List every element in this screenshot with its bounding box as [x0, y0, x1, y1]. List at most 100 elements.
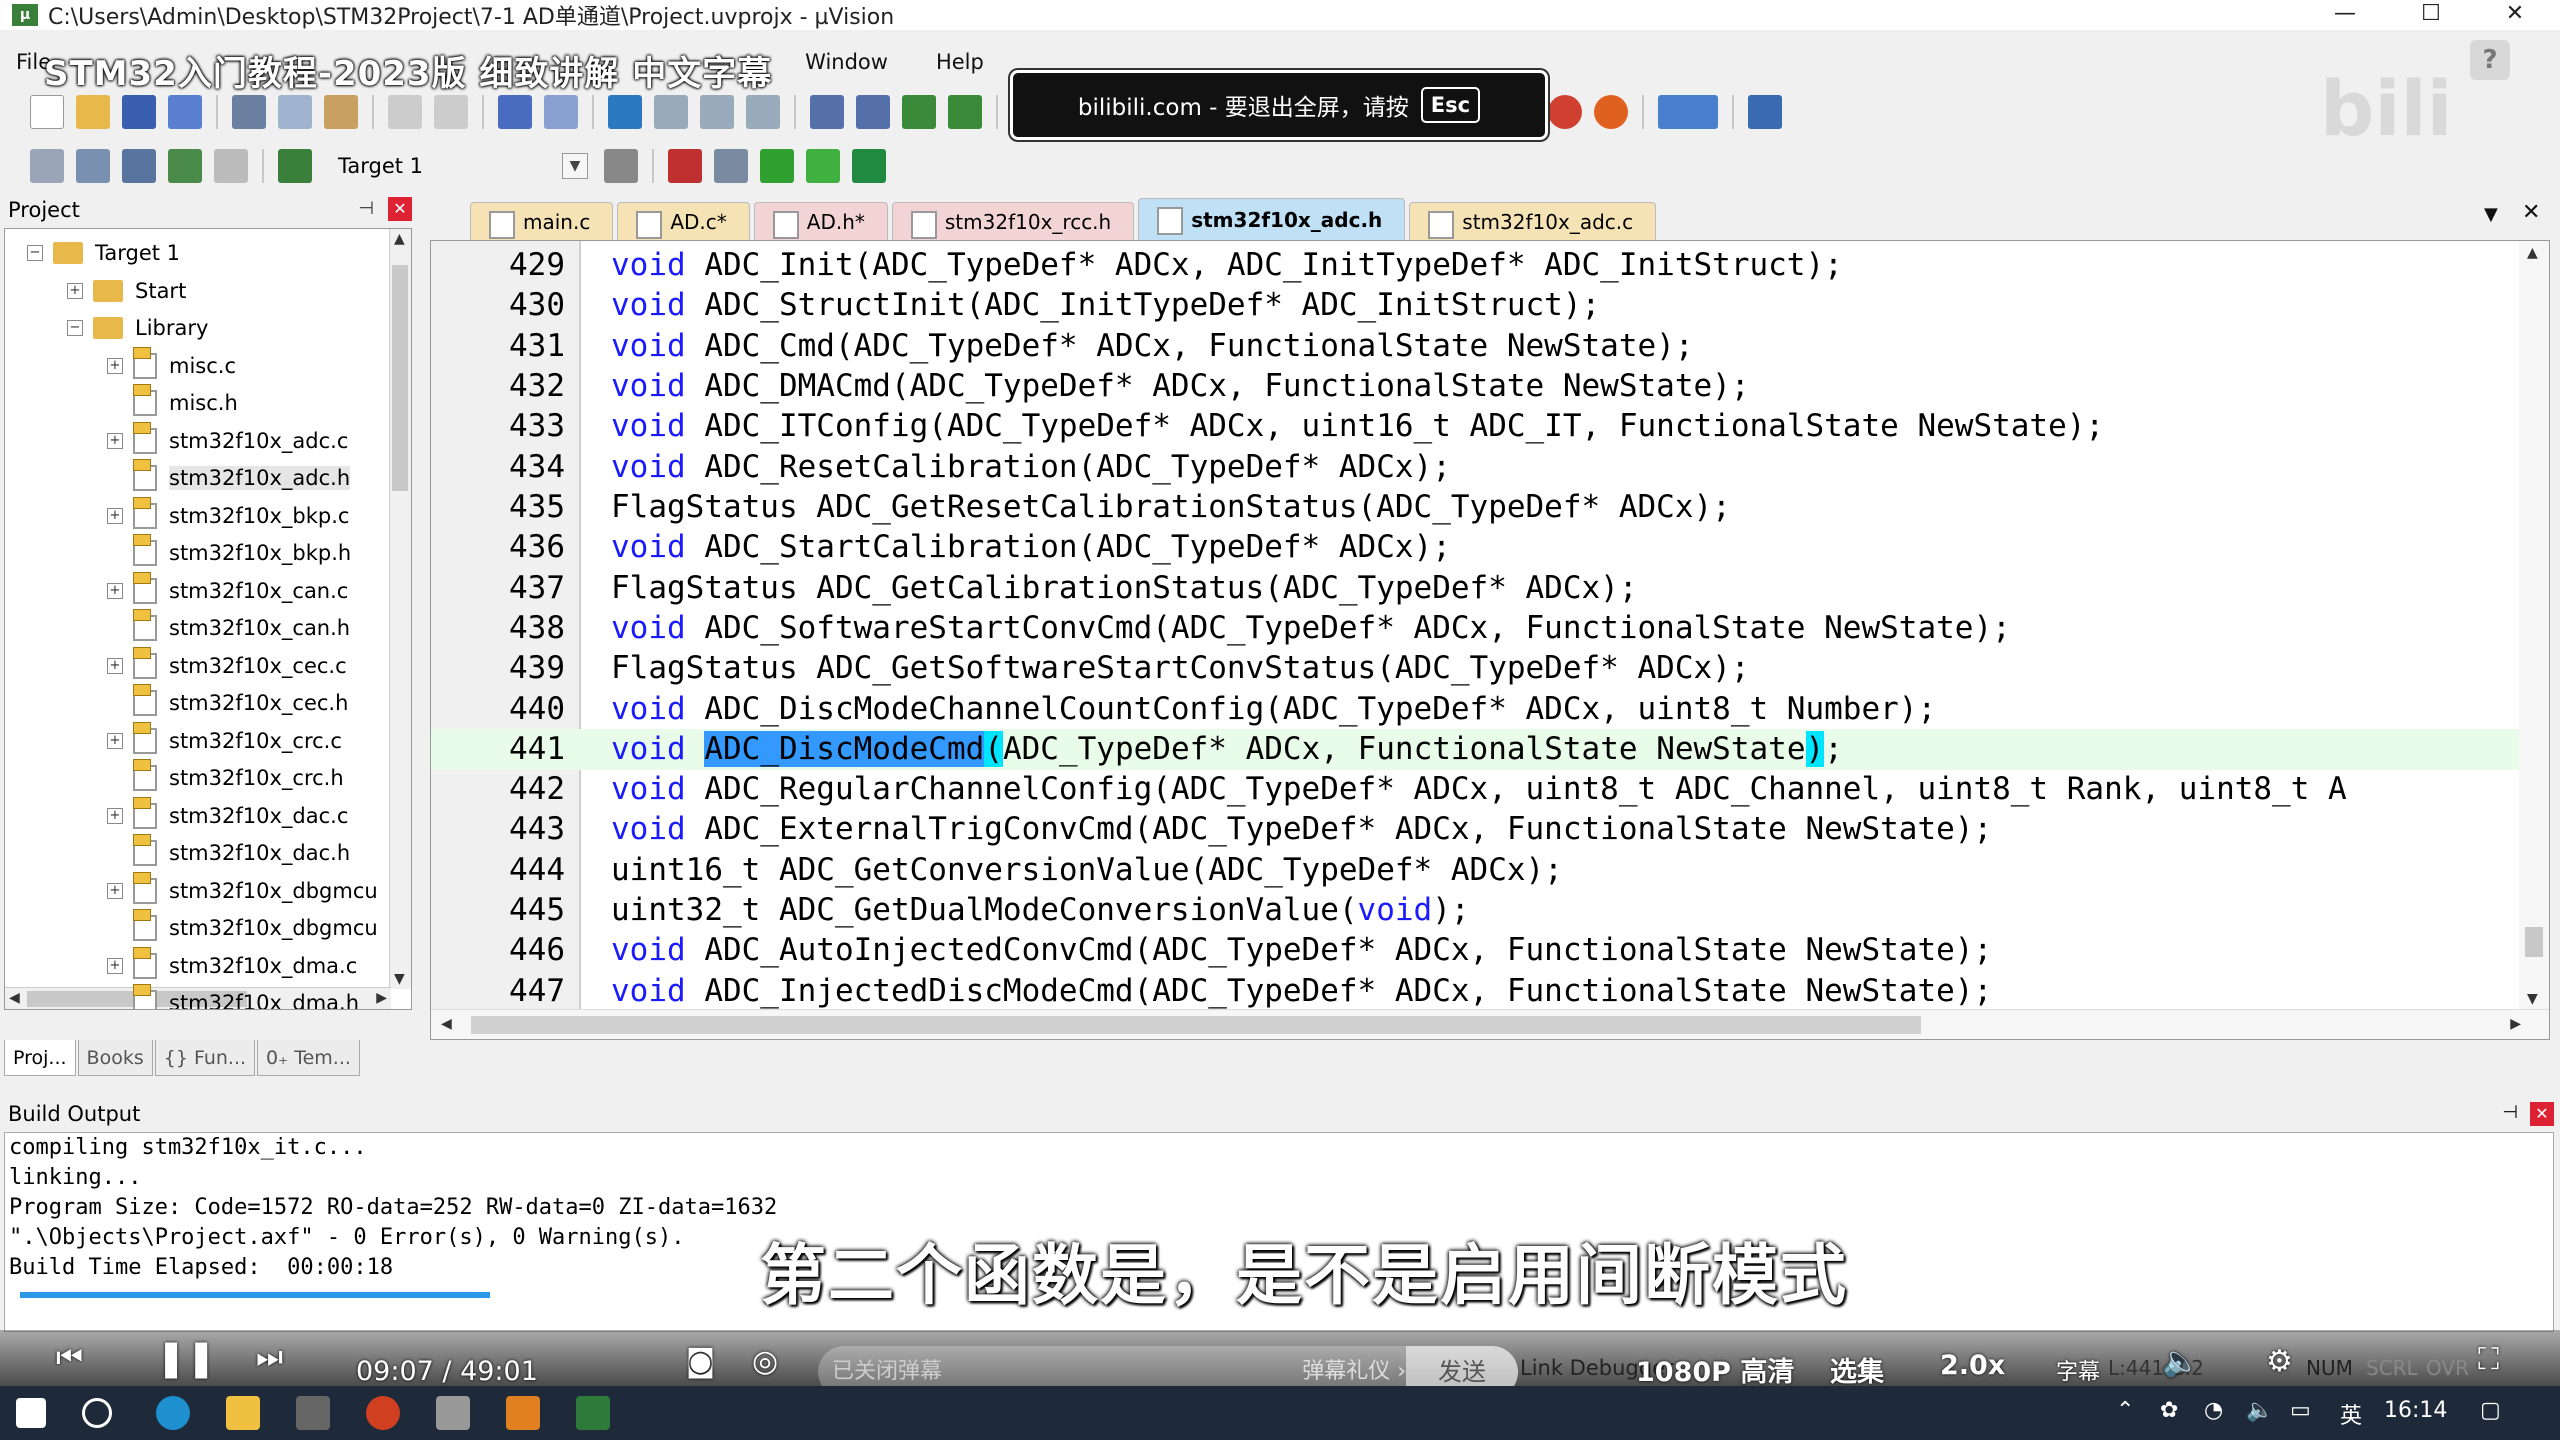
expand-icon[interactable]: + — [107, 957, 123, 974]
uncomment-icon[interactable] — [948, 95, 982, 129]
previous-icon[interactable]: ⏮ — [56, 1340, 83, 1375]
expand-icon[interactable]: + — [107, 807, 123, 824]
windows-start-icon[interactable] — [16, 1398, 46, 1428]
code-line[interactable]: 440 void ADC_DiscModeChannelCountConfig(A… — [431, 689, 2521, 730]
quality-button[interactable]: 1080P 高清 — [1636, 1350, 1794, 1389]
code-line[interactable]: 446 void ADC_AutoInjectedConvCmd(ADC_Type… — [431, 930, 2521, 971]
navigate-forward-icon[interactable] — [544, 95, 578, 129]
new-file-icon[interactable] — [30, 95, 64, 129]
code-line[interactable]: 436 void ADC_StartCalibration(ADC_TypeDef… — [431, 527, 2521, 568]
code-line[interactable]: 431 void ADC_Cmd(ADC_TypeDef* ADCx, Funct… — [431, 326, 2521, 367]
redo-icon[interactable] — [434, 95, 468, 129]
translate-icon[interactable] — [30, 149, 64, 183]
network-icon[interactable]: ◔ — [2204, 1398, 2223, 1423]
tree-item[interactable]: + misc.c — [107, 346, 236, 384]
menu-help[interactable]: Help — [936, 50, 984, 74]
tree-item[interactable]: + stm32f10x_crc.c — [107, 721, 342, 759]
tree-item[interactable]: − Library — [67, 310, 208, 346]
close-tab-icon[interactable]: ✕ — [2522, 200, 2540, 225]
tab-list-dropdown-icon[interactable]: ▼ — [2484, 204, 2498, 225]
uvision-taskbar-icon[interactable] — [576, 1396, 610, 1430]
prev-bookmark-icon[interactable] — [654, 95, 688, 129]
project-panel-tab[interactable]: 0₊ Tem... — [257, 1040, 360, 1076]
pin-icon[interactable]: ⊣ — [2502, 1102, 2518, 1123]
expand-icon[interactable]: + — [107, 582, 123, 599]
editor-tab[interactable]: AD.h* — [753, 202, 888, 240]
next-icon[interactable]: ⏭ — [256, 1340, 283, 1375]
speed-button[interactable]: 2.0x — [1940, 1350, 2005, 1381]
target-options-icon[interactable] — [604, 149, 638, 183]
code-line[interactable]: 435 FlagStatus ADC_GetResetCalibrationSta… — [431, 487, 2521, 528]
app-icon[interactable] — [506, 1396, 540, 1430]
unindent-icon[interactable] — [856, 95, 890, 129]
volume-icon[interactable]: 🔈 — [2162, 1344, 2199, 1379]
start-debug-icon[interactable] — [1548, 95, 1582, 129]
editor-tab[interactable]: stm32f10x_rcc.h — [891, 202, 1135, 240]
configure-icon[interactable] — [1748, 95, 1782, 129]
project-panel-tab[interactable]: {} Fun... — [154, 1040, 256, 1076]
danmaku-toggle-icon[interactable]: ◙ — [686, 1344, 715, 1379]
powerpoint-icon[interactable] — [366, 1396, 400, 1430]
build-icon[interactable] — [76, 149, 110, 183]
close-panel-icon[interactable]: ✕ — [2530, 1102, 2554, 1126]
clock[interactable]: 16:14 — [2384, 1398, 2447, 1423]
code-line[interactable]: 445 uint32_t ADC_GetDualModeConversionVal… — [431, 890, 2521, 931]
code-line[interactable]: 434 void ADC_ResetCalibration(ADC_TypeDef… — [431, 447, 2521, 488]
batch-build-icon[interactable] — [168, 149, 202, 183]
expand-icon[interactable]: + — [107, 882, 123, 899]
close-panel-icon[interactable]: ✕ — [388, 197, 412, 221]
code-line[interactable]: 439 FlagStatus ADC_GetSoftwareStartConvSt… — [431, 648, 2521, 689]
danmaku-settings-icon[interactable]: ◎ — [752, 1344, 778, 1379]
expand-icon[interactable]: + — [107, 507, 123, 524]
settings-gear-icon[interactable]: ⚙ — [2266, 1344, 2293, 1379]
manage-project-icon[interactable] — [668, 149, 702, 183]
tree-item[interactable]: + stm32f10x_adc.c — [107, 421, 348, 459]
tree-item[interactable]: stm32f10x_dma.h — [107, 984, 359, 1009]
rebuild-icon[interactable] — [122, 149, 156, 183]
code-line[interactable]: 433 void ADC_ITConfig(ADC_TypeDef* ADCx, … — [431, 406, 2521, 447]
cut-icon[interactable] — [232, 95, 266, 129]
collapse-icon[interactable]: − — [67, 320, 83, 336]
clear-bookmarks-icon[interactable] — [746, 95, 780, 129]
pause-icon[interactable]: ❚❚ — [156, 1338, 216, 1379]
menu-window[interactable]: Window — [805, 50, 888, 74]
tree-item[interactable]: − Target 1 — [27, 235, 180, 271]
tray-app-icon[interactable]: ✿ — [2160, 1398, 2178, 1423]
editor-tab[interactable]: stm32f10x_adc.c — [1409, 202, 1657, 240]
undo-icon[interactable] — [388, 95, 422, 129]
stop-build-icon[interactable] — [214, 149, 248, 183]
tree-item[interactable]: + stm32f10x_dma.c — [107, 946, 357, 984]
code-line[interactable]: 432 void ADC_DMACmd(ADC_TypeDef* ADCx, Fu… — [431, 366, 2521, 407]
tree-item[interactable]: stm32f10x_cec.h — [107, 684, 348, 721]
close-window-button[interactable]: ✕ — [2480, 0, 2550, 30]
code-line[interactable]: 447 void ADC_InjectedDiscModeCmd(ADC_Type… — [431, 971, 2521, 1012]
expand-icon[interactable]: + — [107, 732, 123, 749]
editor-horizontal-scrollbar[interactable]: ◀ ▶ — [431, 1009, 2549, 1039]
project-panel-tab[interactable]: Proj... — [4, 1040, 76, 1076]
code-line[interactable]: 444 uint16_t ADC_GetConversionValue(ADC_T… — [431, 850, 2521, 891]
tree-item[interactable]: + stm32f10x_dac.c — [107, 796, 348, 834]
camera-app-icon[interactable] — [296, 1396, 330, 1430]
save-all-icon[interactable] — [168, 95, 202, 129]
battery-icon[interactable]: ▭ — [2290, 1398, 2311, 1423]
code-line[interactable]: 442 void ADC_RegularChannelConfig(ADC_Typ… — [431, 769, 2521, 810]
tree-item[interactable]: stm32f10x_adc.h — [107, 459, 351, 496]
save-icon[interactable] — [122, 95, 156, 129]
tree-item[interactable]: + Start — [67, 273, 186, 309]
volume-tray-icon[interactable]: 🔈 — [2246, 1398, 2273, 1423]
tree-item[interactable]: + stm32f10x_can.c — [107, 571, 348, 609]
project-panel-tab[interactable]: Books — [77, 1040, 153, 1076]
fullscreen-exit-icon[interactable]: ⛶ — [2478, 1342, 2499, 1377]
tree-item[interactable]: stm32f10x_can.h — [107, 609, 350, 646]
episodes-button[interactable]: 选集 — [1830, 1350, 1884, 1389]
expand-icon[interactable]: + — [107, 432, 123, 449]
tree-item[interactable]: stm32f10x_dac.h — [107, 834, 350, 871]
next-bookmark-icon[interactable] — [700, 95, 734, 129]
subtitle-button[interactable]: 字幕 — [2056, 1354, 2100, 1386]
bookmark-icon[interactable] — [608, 95, 642, 129]
search-icon[interactable] — [82, 1398, 112, 1428]
code-line[interactable]: 443 void ADC_ExternalTrigConvCmd(ADC_Type… — [431, 809, 2521, 850]
tree-vertical-scrollbar[interactable]: ▲ ▼ — [389, 229, 411, 989]
tree-item[interactable]: stm32f10x_bkp.h — [107, 534, 351, 571]
runtime-env-icon[interactable] — [852, 149, 886, 183]
